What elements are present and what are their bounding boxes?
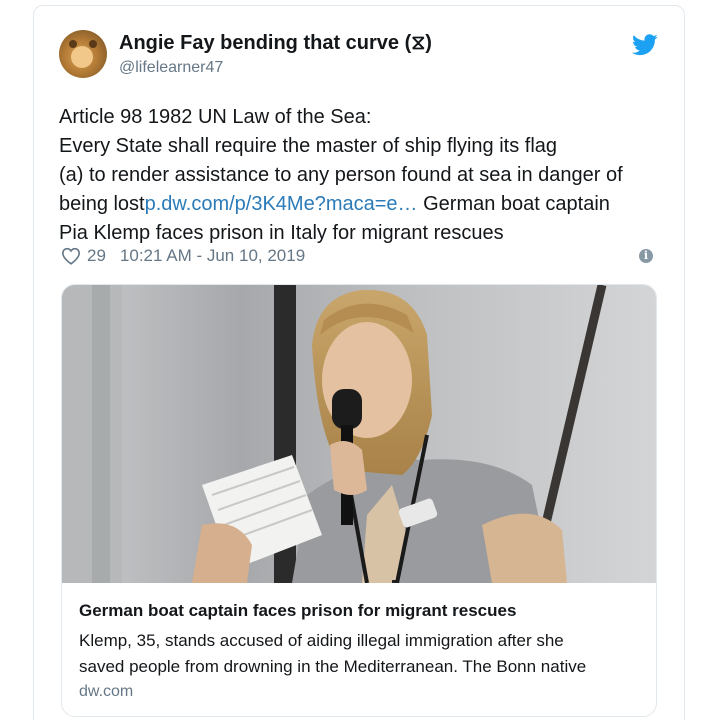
- tweet-text-line: (a) to render assistance to any person f…: [59, 164, 623, 186]
- tweet-text-line: being lostp.dw.com/p/3K4Me?maca=e… Germa…: [59, 190, 659, 219]
- author-avatar[interactable]: [59, 30, 107, 78]
- tweet-text-fragment: being lost: [59, 193, 145, 215]
- heart-icon[interactable]: [61, 247, 81, 265]
- avatar-face: [71, 46, 93, 68]
- like-count[interactable]: 29: [87, 246, 106, 266]
- link-preview-card[interactable]: German boat captain faces prison for mig…: [61, 284, 657, 717]
- tweet-timestamp[interactable]: 10:21 AM - Jun 10, 2019: [120, 246, 305, 266]
- tweet-text: Article 98 1982 UN Law of the Sea: Every…: [59, 103, 659, 248]
- author-handle[interactable]: @lifelearner47: [119, 59, 223, 77]
- article-photo: [62, 285, 656, 583]
- card-description: Klemp, 35, stands accused of aiding ille…: [79, 628, 649, 680]
- tweet-text-fragment: German boat captain: [417, 193, 610, 215]
- card-domain[interactable]: dw.com: [79, 683, 133, 701]
- card-title[interactable]: German boat captain faces prison for mig…: [79, 601, 516, 621]
- tweet-text-line: Article 98 1982 UN Law of the Sea:: [59, 106, 372, 128]
- tweet-meta: 29 10:21 AM - Jun 10, 2019: [61, 244, 305, 268]
- info-icon[interactable]: i: [639, 249, 653, 263]
- card-description-line: saved people from drowning in the Medite…: [79, 657, 587, 676]
- author-display-name[interactable]: Angie Fay bending that curve (⧖): [119, 32, 432, 55]
- tweet-link[interactable]: p.dw.com/p/3K4Me?maca=e…: [145, 193, 418, 215]
- card-description-line: Klemp, 35, stands accused of aiding ille…: [79, 631, 564, 650]
- twitter-bird-icon[interactable]: [632, 34, 658, 56]
- tweet-text-line: Every State shall require the master of …: [59, 135, 558, 157]
- avatar-ear: [89, 40, 97, 48]
